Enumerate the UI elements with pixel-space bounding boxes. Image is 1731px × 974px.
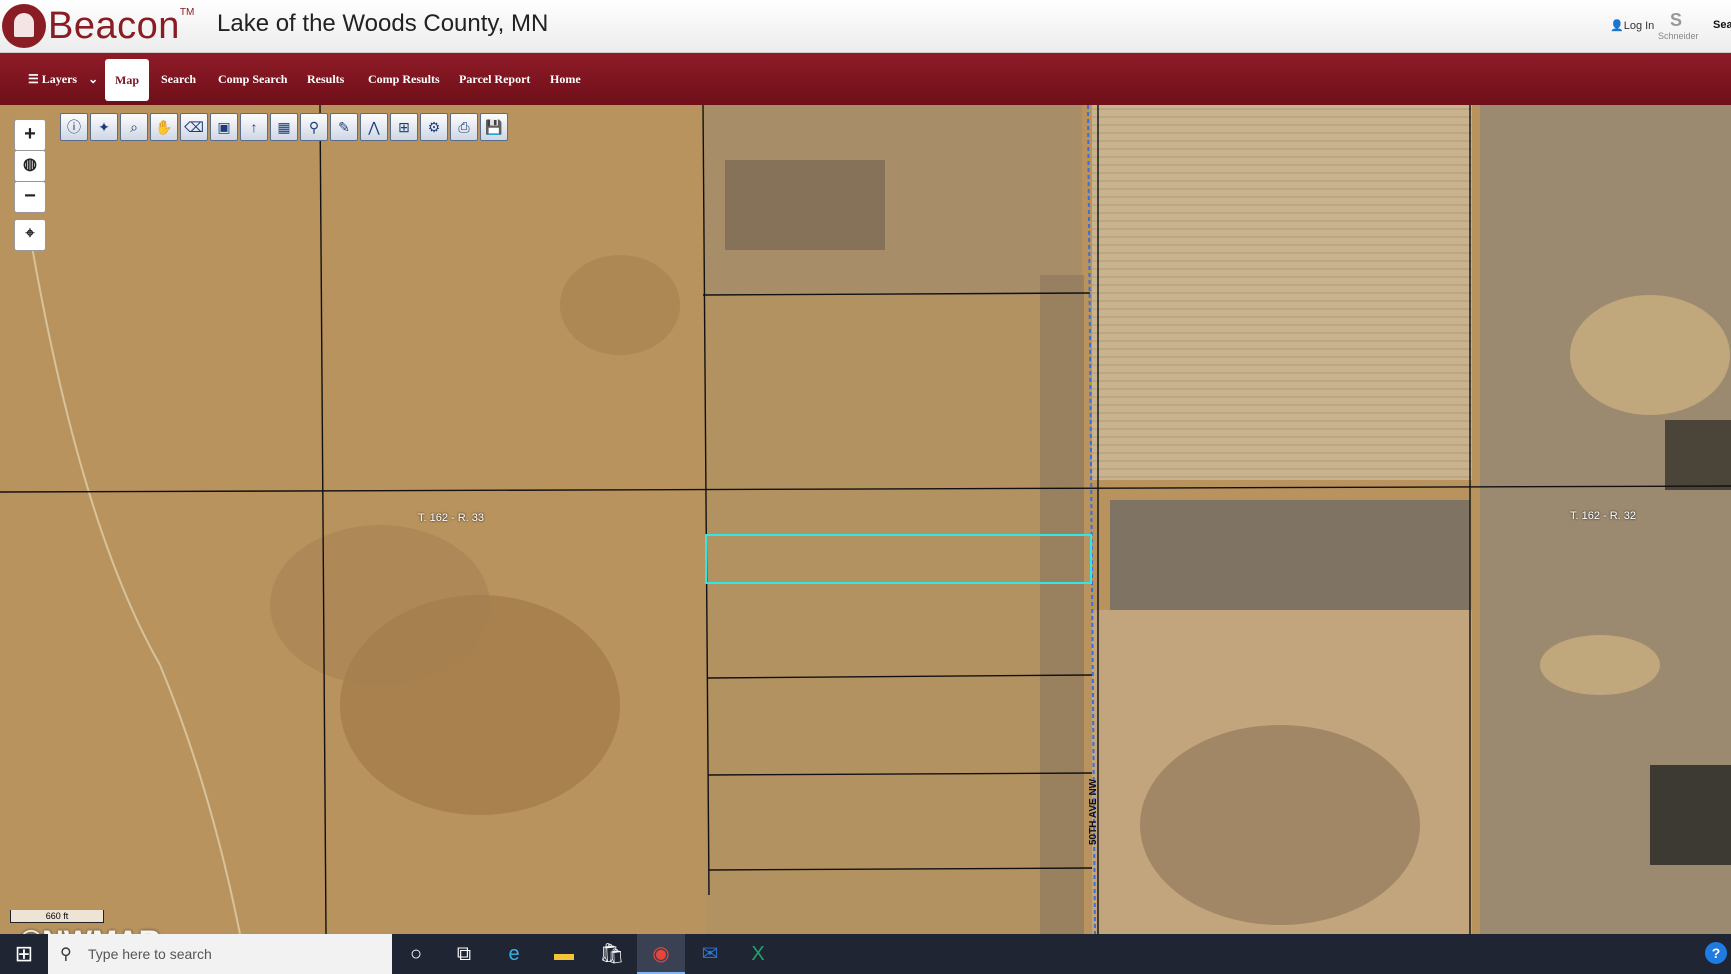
windows-taskbar: ⊞ ⚲ Type here to search ○ ⧉ e ▬ 🛍 ◉ ✉ X … xyxy=(0,934,1731,974)
layers-icon: ☰ xyxy=(28,72,39,86)
map-toolbar: ⓘ ✦ ⌕ ✋ ⌫ ▣ ↑ ▦ ⚲ ✎ ⋀ ⊞ ⚙ ⎙ 💾 xyxy=(60,113,508,143)
globe-button[interactable]: ◍ xyxy=(14,150,46,182)
header-bar: Beacon TM Lake of the Woods County, MN 👤… xyxy=(0,0,1731,53)
edge-icon[interactable]: e xyxy=(490,934,538,974)
store-icon[interactable]: 🛍 xyxy=(588,934,636,974)
search-header-link[interactable]: Sea xyxy=(1713,19,1731,31)
locate-button[interactable]: ⌖ xyxy=(14,219,46,251)
buffer-icon[interactable]: ▦ xyxy=(270,113,298,141)
excel-icon[interactable]: X xyxy=(734,934,782,974)
marker-icon[interactable]: ↑ xyxy=(240,113,268,141)
login-label: Log In xyxy=(1623,20,1655,32)
print-icon[interactable]: ⚙ xyxy=(420,113,448,141)
zoom-out-button[interactable]: − xyxy=(14,181,46,213)
eraser-icon[interactable]: ⌫ xyxy=(180,113,208,141)
select-icon[interactable]: ▣ xyxy=(210,113,238,141)
taskbar-search-placeholder: Type here to search xyxy=(88,946,212,962)
nav-parcel-report[interactable]: Parcel Report xyxy=(459,53,530,105)
zoom-in-button[interactable]: + xyxy=(14,119,46,151)
file-explorer-icon[interactable]: ▬ xyxy=(540,934,588,974)
outlook-icon[interactable]: ✉ xyxy=(686,934,734,974)
login-link[interactable]: 👤Log In xyxy=(1610,19,1654,32)
export-icon[interactable]: ⎙ xyxy=(450,113,478,141)
help-icon[interactable]: ? xyxy=(1705,942,1727,964)
pan-icon[interactable]: ✋ xyxy=(150,113,178,141)
beacon-logo[interactable]: Beacon TM xyxy=(2,3,194,49)
user-icon: 👤 xyxy=(1610,20,1624,32)
township-label-left: T. 162 - R. 33 xyxy=(418,512,485,524)
brand-name: Beacon xyxy=(48,4,180,47)
search-icon[interactable]: ⚲ xyxy=(300,113,328,141)
identify-icon[interactable]: ✦ xyxy=(90,113,118,141)
chrome-icon[interactable]: ◉ xyxy=(637,934,685,974)
nav-search[interactable]: Search xyxy=(161,53,196,105)
cortana-icon[interactable]: ○ xyxy=(392,934,440,974)
page-title: Lake of the Woods County, MN xyxy=(217,10,549,37)
extent-icon[interactable]: ⊞ xyxy=(390,113,418,141)
nav-layers-label: Layers xyxy=(41,72,78,86)
nav-comp-search[interactable]: Comp Search xyxy=(218,53,287,105)
nav-comp-results[interactable]: Comp Results xyxy=(368,53,440,105)
draw-icon[interactable]: ✎ xyxy=(330,113,358,141)
schneider-label: Schneider xyxy=(1658,31,1699,41)
schneider-logo: S Schneider xyxy=(1658,10,1699,41)
zoom-box-icon[interactable]: ⌕ xyxy=(120,113,148,141)
chevron-down-icon: ⌄ xyxy=(88,72,99,86)
schneider-s-icon: S xyxy=(1669,10,1682,30)
info-icon[interactable]: ⓘ xyxy=(60,113,88,141)
road-label: 50TH AVE NW xyxy=(1088,778,1099,845)
nav-results[interactable]: Results xyxy=(307,53,344,105)
taskbar-search[interactable]: ⚲ Type here to search xyxy=(48,934,392,974)
township-label-right: T. 162 - R. 32 xyxy=(1570,510,1637,522)
capitol-dome-icon xyxy=(2,4,46,48)
nav-map[interactable]: Map xyxy=(105,59,149,101)
nav-layers[interactable]: ☰ Layers ⌄ xyxy=(28,53,98,105)
aerial-imagery xyxy=(0,105,1731,934)
windows-start-icon[interactable]: ⊞ xyxy=(0,934,48,974)
main-nav: ☰ Layers ⌄ Map Search Comp Search Result… xyxy=(0,53,1731,105)
task-view-icon[interactable]: ⧉ xyxy=(440,934,488,974)
save-icon[interactable]: 💾 xyxy=(480,113,508,141)
trademark: TM xyxy=(179,6,195,18)
measure-icon[interactable]: ⋀ xyxy=(360,113,388,141)
nav-home[interactable]: Home xyxy=(550,53,581,105)
scale-bar: 660 ft xyxy=(10,910,104,923)
map-canvas[interactable]: + ◍ − ⌖ ⓘ ✦ ⌕ ✋ ⌫ ▣ ↑ ▦ ⚲ ✎ ⋀ ⊞ ⚙ ⎙ 💾 T.… xyxy=(0,105,1731,934)
search-icon: ⚲ xyxy=(60,946,72,963)
watermark: ©NWMAR xyxy=(20,925,160,934)
